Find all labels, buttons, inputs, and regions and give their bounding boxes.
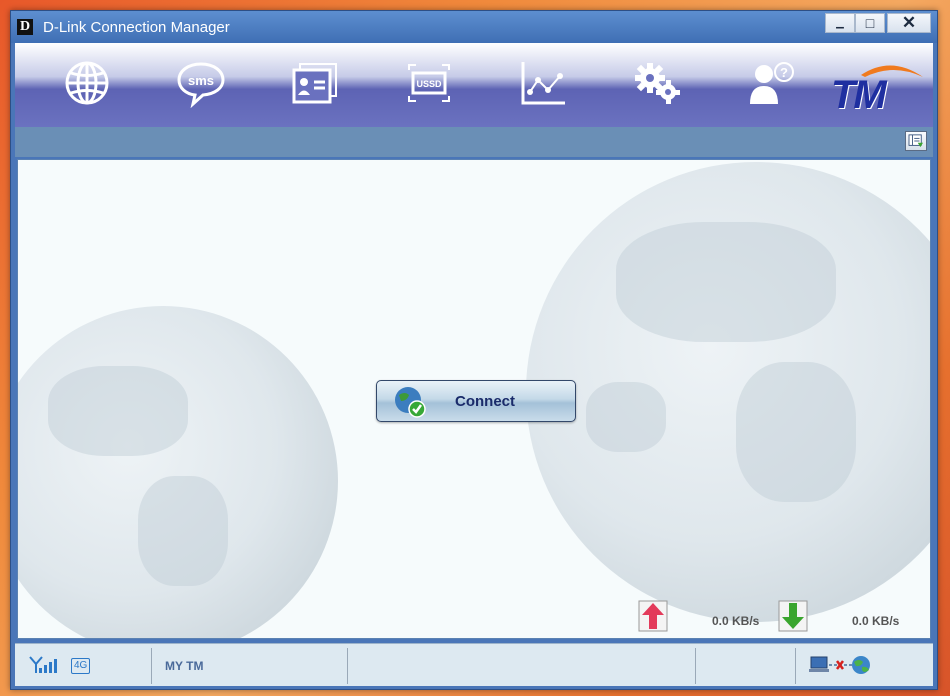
- maximize-icon: □: [865, 15, 875, 31]
- toolbar-internet-button[interactable]: [57, 53, 117, 113]
- maximize-button[interactable]: □: [855, 13, 885, 33]
- toolbar-settings-button[interactable]: [627, 53, 687, 113]
- contacts-icon: [292, 63, 337, 104]
- window-title: D-Link Connection Manager: [43, 19, 230, 36]
- ussd-icon: USSD: [408, 64, 450, 102]
- view-toggle-button[interactable]: [905, 131, 927, 151]
- toolbar-contacts-button[interactable]: [285, 53, 345, 113]
- tm-brand-logo: TM: [831, 57, 927, 117]
- svg-text:?: ?: [780, 65, 788, 80]
- minimize-button[interactable]: ▁: [825, 13, 855, 33]
- disconnected-icon[interactable]: [809, 654, 871, 676]
- upload-rate: 0.0 KB/s: [712, 614, 760, 628]
- status-bar: 4G MY TM: [15, 643, 933, 686]
- globe-background-left: [18, 306, 338, 638]
- toolbar-sms-button[interactable]: sms: [171, 53, 231, 113]
- operator-name: MY TM: [165, 659, 204, 673]
- title-bar[interactable]: D D-Link Connection Manager ▁ □ ✕: [11, 11, 937, 43]
- signal-bars-icon: [29, 656, 57, 673]
- globe-background-right: [526, 162, 930, 622]
- window-controls: ▁ □ ✕: [825, 13, 931, 33]
- dlink-logo: D: [17, 19, 33, 35]
- help-user-icon: ?: [750, 62, 794, 104]
- download-rate: 0.0 KB/s: [852, 614, 900, 628]
- connect-globe-check-icon: [395, 387, 426, 418]
- chart-icon: [521, 62, 565, 105]
- toolbar-ussd-button[interactable]: USSD: [399, 53, 459, 113]
- sms-icon: sms: [177, 62, 225, 108]
- app-window: D D-Link Connection Manager ▁ □ ✕ sms US…: [10, 10, 938, 690]
- minimize-icon: ▁: [836, 17, 844, 29]
- sub-toolbar: [15, 127, 933, 157]
- connect-label: Connect: [455, 393, 515, 410]
- gears-icon: [635, 63, 680, 104]
- toolbar-statistics-button[interactable]: [513, 53, 573, 113]
- close-icon: ✕: [901, 13, 917, 32]
- main-toolbar: sms USSD ? TM: [15, 43, 933, 127]
- connect-button[interactable]: Connect: [376, 380, 576, 422]
- main-content: Connect 0.0 KB/s 0.0 KB/s: [17, 159, 931, 639]
- upload-arrow-icon: [638, 600, 668, 632]
- close-button[interactable]: ✕: [887, 13, 931, 33]
- download-arrow-icon: [778, 600, 808, 632]
- sms-icon-label: sms: [188, 73, 214, 88]
- panel-view-icon: [908, 134, 923, 148]
- ussd-icon-label: USSD: [416, 79, 442, 89]
- globe-icon: [65, 61, 109, 105]
- toolbar-help-button[interactable]: ?: [741, 53, 801, 113]
- brand-text: TM: [831, 73, 887, 117]
- network-type-badge: 4G: [71, 658, 91, 674]
